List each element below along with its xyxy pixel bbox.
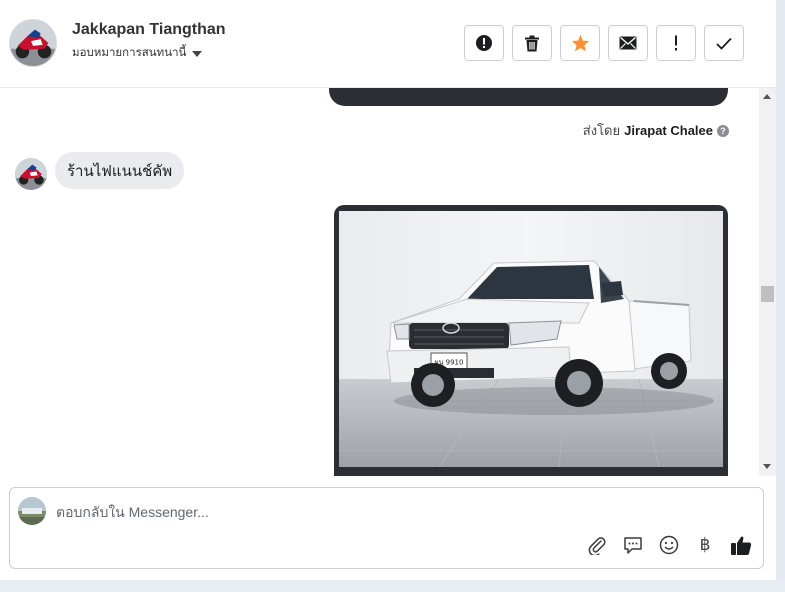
scroll-down-arrow-icon[interactable] (763, 464, 771, 469)
motorcycle-avatar-image (15, 158, 47, 190)
done-button[interactable] (704, 25, 744, 61)
window-bottom-edge (0, 580, 785, 592)
previous-outgoing-message (329, 88, 728, 106)
contact-name: Jakkapan Tiangthan (72, 21, 226, 38)
star-icon (571, 34, 589, 52)
reply-input[interactable] (56, 502, 736, 522)
trash-icon (525, 35, 539, 51)
exclamation-icon (675, 35, 677, 51)
sender-avatar[interactable] (15, 158, 47, 190)
image-message[interactable]: ผน 9910 (334, 205, 728, 476)
window-edge (776, 0, 785, 592)
motorcycle-avatar-image (10, 20, 56, 66)
sent-by-name: Jirapat Chalee (624, 123, 713, 138)
reply-composer: ฿ (9, 487, 764, 569)
star-button[interactable] (560, 25, 600, 61)
saved-reply-icon (624, 536, 642, 554)
assign-conversation-dropdown[interactable]: มอบหมายการสนทนานี้ (72, 44, 203, 62)
assign-label: มอบหมายการสนทนานี้ (72, 47, 187, 59)
conversation-actions (464, 25, 744, 61)
envelope-icon (619, 36, 637, 50)
thread-scrollbar[interactable] (759, 88, 776, 476)
message-thread[interactable]: ส่งโดย Jirapat Chalee ? ร้านไฟแนนช์คัพ ผ… (0, 88, 759, 476)
page-avatar (18, 497, 46, 525)
spam-button[interactable] (464, 25, 504, 61)
conversation-header: Jakkapan Tiangthan มอบหมายการสนทนานี้ (0, 0, 776, 88)
pickup-truck-photo[interactable]: ผน 9910 (339, 211, 723, 467)
composer-toolbar: ฿ (586, 534, 752, 556)
scrollbar-thumb[interactable] (761, 286, 774, 302)
incoming-message-bubble: ร้านไฟแนนช์คัพ (55, 152, 185, 189)
saved-reply-button[interactable] (622, 534, 644, 556)
thumbs-up-icon (731, 535, 752, 555)
emoji-button[interactable] (658, 534, 680, 556)
page-avatar-image (18, 497, 46, 525)
sent-by-prefix: ส่งโดย (582, 123, 621, 138)
contact-avatar[interactable] (9, 19, 57, 67)
caret-down-icon (192, 50, 203, 57)
attach-button[interactable] (586, 534, 608, 556)
like-button[interactable] (730, 534, 752, 556)
check-icon (716, 37, 732, 50)
help-icon[interactable]: ? (717, 124, 729, 137)
emoji-icon (659, 535, 679, 555)
paperclip-icon (588, 537, 606, 555)
follow-up-button[interactable] (656, 25, 696, 61)
sent-by-label: ส่งโดย Jirapat Chalee ? (583, 120, 729, 141)
mark-unread-button[interactable] (608, 25, 648, 61)
payment-button[interactable]: ฿ (694, 534, 716, 556)
delete-button[interactable] (512, 25, 552, 61)
baht-icon: ฿ (699, 535, 711, 554)
alert-circle-icon (476, 35, 492, 51)
scroll-up-arrow-icon[interactable] (763, 94, 771, 99)
